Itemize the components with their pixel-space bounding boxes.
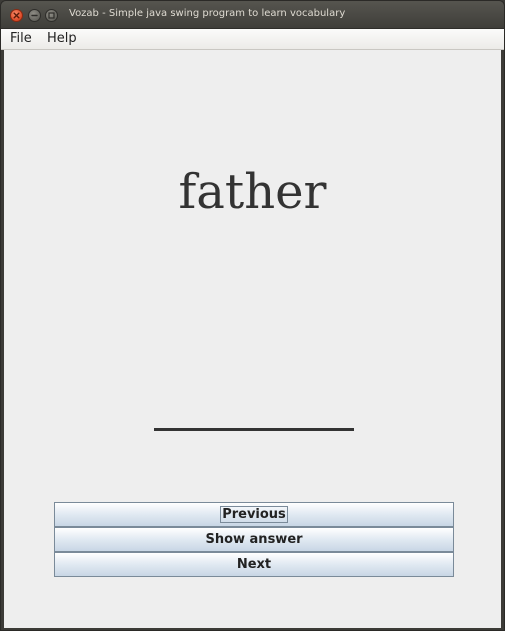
previous-button[interactable]: Previous	[54, 502, 454, 527]
maximize-window-button[interactable]	[45, 9, 58, 22]
close-window-button[interactable]	[10, 9, 23, 22]
close-icon	[13, 12, 20, 19]
title-bar[interactable]: Vozab - Simple java swing program to lea…	[1, 1, 504, 29]
answer-placeholder-line	[154, 428, 354, 431]
minimize-icon	[31, 14, 38, 17]
app-window: Vozab - Simple java swing program to lea…	[0, 0, 505, 631]
menu-bar: File Help	[1, 29, 504, 50]
menu-file[interactable]: File	[10, 31, 32, 46]
vocabulary-word: father	[178, 164, 327, 220]
previous-button-label: Previous	[220, 506, 288, 523]
menu-help[interactable]: Help	[47, 31, 77, 46]
maximize-icon	[48, 12, 55, 19]
minimize-window-button[interactable]	[28, 9, 41, 22]
show-answer-button[interactable]: Show answer	[54, 527, 454, 552]
next-button[interactable]: Next	[54, 552, 454, 577]
flashcard-panel: father Previous Show answer Next	[4, 50, 501, 628]
window-title: Vozab - Simple java swing program to lea…	[69, 8, 346, 19]
